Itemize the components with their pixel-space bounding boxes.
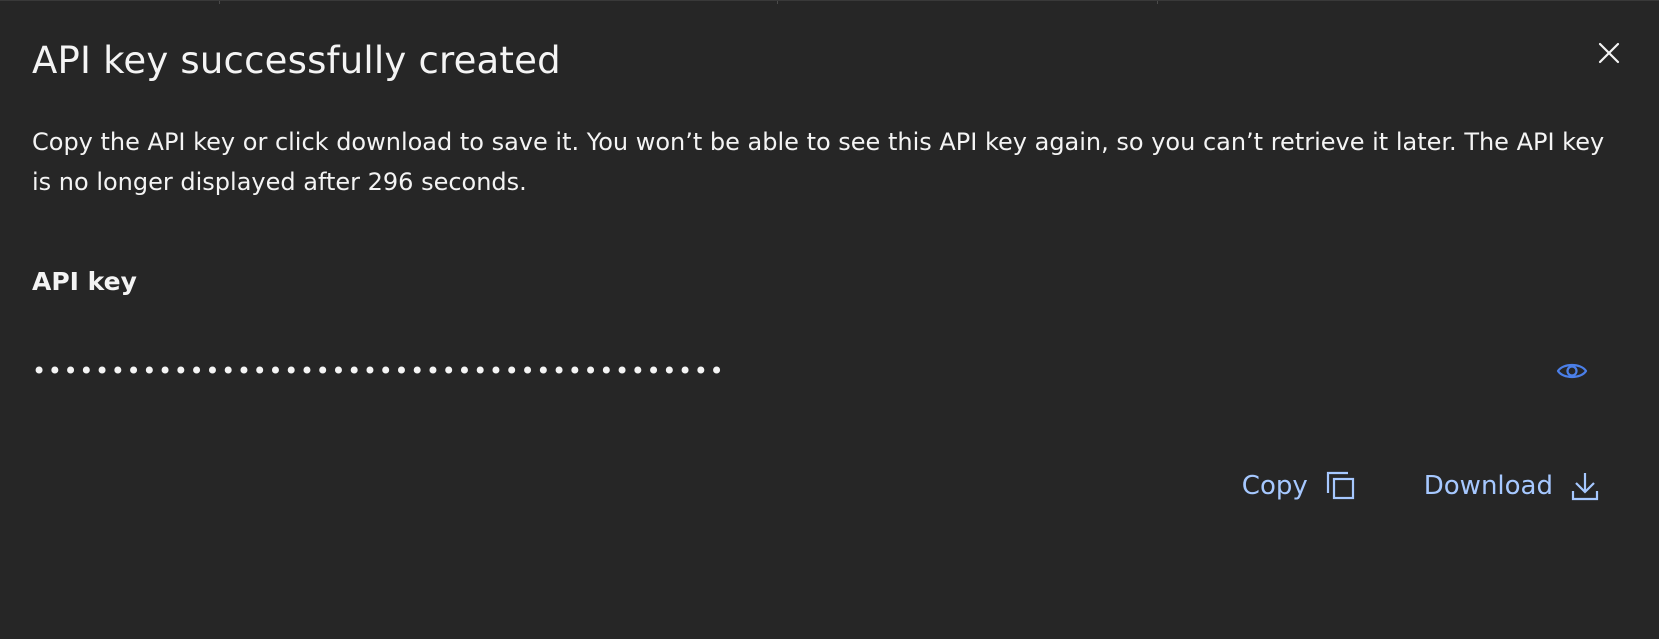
eye-icon bbox=[1556, 363, 1588, 379]
download-icon bbox=[1571, 473, 1599, 501]
api-key-field[interactable]: ••••••••••••••••••••••••••••••••••••••••… bbox=[32, 343, 1592, 399]
show-api-key-button[interactable] bbox=[1552, 351, 1592, 391]
dialog-description: Copy the API key or click download to sa… bbox=[32, 128, 1605, 196]
dialog-title: API key successfully created bbox=[32, 39, 561, 82]
download-button-label: Download bbox=[1423, 471, 1553, 501]
close-button[interactable] bbox=[1589, 33, 1629, 73]
api-key-created-dialog: API key successfully created Copy the AP… bbox=[0, 0, 1659, 639]
copy-icon bbox=[1326, 471, 1354, 500]
copy-button-label: Copy bbox=[1241, 471, 1308, 501]
copy-button[interactable]: Copy bbox=[1242, 471, 1356, 501]
api-key-masked-value[interactable]: ••••••••••••••••••••••••••••••••••••••••… bbox=[32, 357, 725, 385]
download-button[interactable]: Download bbox=[1424, 471, 1599, 501]
api-key-label: API key bbox=[32, 267, 137, 296]
top-edge-dividers bbox=[0, 1, 1659, 4]
close-icon bbox=[1598, 42, 1620, 64]
dialog-actions: Copy Download bbox=[1242, 471, 1599, 501]
